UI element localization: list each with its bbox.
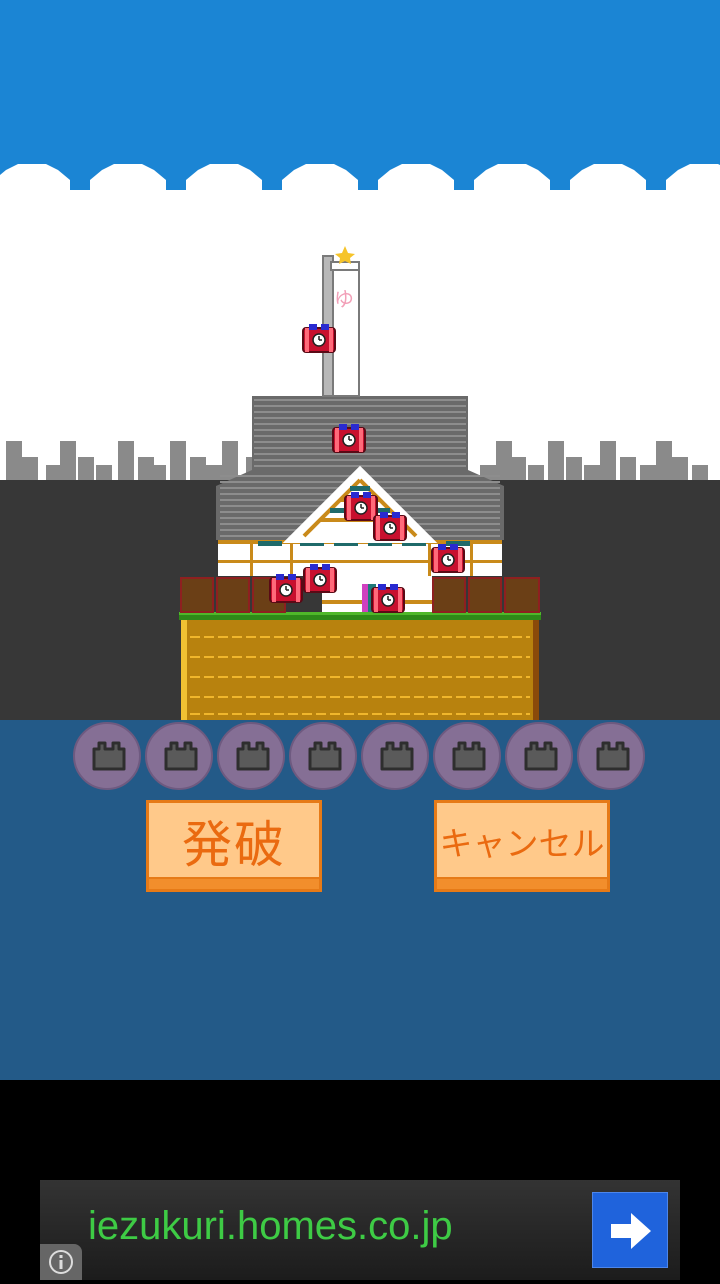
cancel-label: キャンセル bbox=[439, 824, 605, 863]
timer-bomb-icon[interactable] bbox=[268, 572, 304, 608]
empty-bomb-slot-icon bbox=[92, 741, 126, 771]
empty-bomb-slot-icon bbox=[164, 741, 198, 771]
timer-bomb-icon[interactable] bbox=[301, 322, 337, 358]
arrow-right-icon[interactable] bbox=[592, 1192, 668, 1268]
timer-bomb-icon[interactable] bbox=[430, 542, 466, 578]
ad-url[interactable]: iezukuri.homes.co.jp bbox=[88, 1204, 453, 1249]
cancel-button[interactable]: キャンセル bbox=[434, 800, 610, 892]
detonate-label: 発破 bbox=[182, 816, 286, 874]
empty-bomb-slot-icon bbox=[308, 741, 342, 771]
empty-bomb-slot-icon bbox=[236, 741, 270, 771]
bomb-slot[interactable] bbox=[577, 722, 645, 790]
timer-bomb-icon[interactable] bbox=[372, 510, 408, 546]
bomb-slot[interactable] bbox=[289, 722, 357, 790]
info-icon[interactable] bbox=[40, 1244, 82, 1280]
empty-bomb-slot-icon bbox=[596, 741, 630, 771]
detonate-button[interactable]: 発破 bbox=[146, 800, 322, 892]
bomb-layer bbox=[0, 0, 720, 720]
bomb-slot[interactable] bbox=[145, 722, 213, 790]
timer-bomb-icon[interactable] bbox=[302, 562, 338, 598]
cancel-button-base bbox=[437, 877, 607, 889]
empty-bomb-slot-icon bbox=[452, 741, 486, 771]
bomb-slot[interactable] bbox=[505, 722, 573, 790]
ad-banner[interactable]: iezukuri.homes.co.jp bbox=[40, 1180, 680, 1280]
timer-bomb-icon[interactable] bbox=[370, 582, 406, 618]
game-screen: ゆ 発破 キャンセル bbox=[0, 0, 720, 1080]
empty-bomb-slot-icon bbox=[524, 741, 558, 771]
bomb-slot[interactable] bbox=[217, 722, 285, 790]
bomb-slot[interactable] bbox=[73, 722, 141, 790]
bomb-slot[interactable] bbox=[361, 722, 429, 790]
empty-bomb-slot-icon bbox=[380, 741, 414, 771]
detonate-button-base bbox=[149, 877, 319, 889]
bomb-slot[interactable] bbox=[433, 722, 501, 790]
timer-bomb-icon[interactable] bbox=[331, 422, 367, 458]
